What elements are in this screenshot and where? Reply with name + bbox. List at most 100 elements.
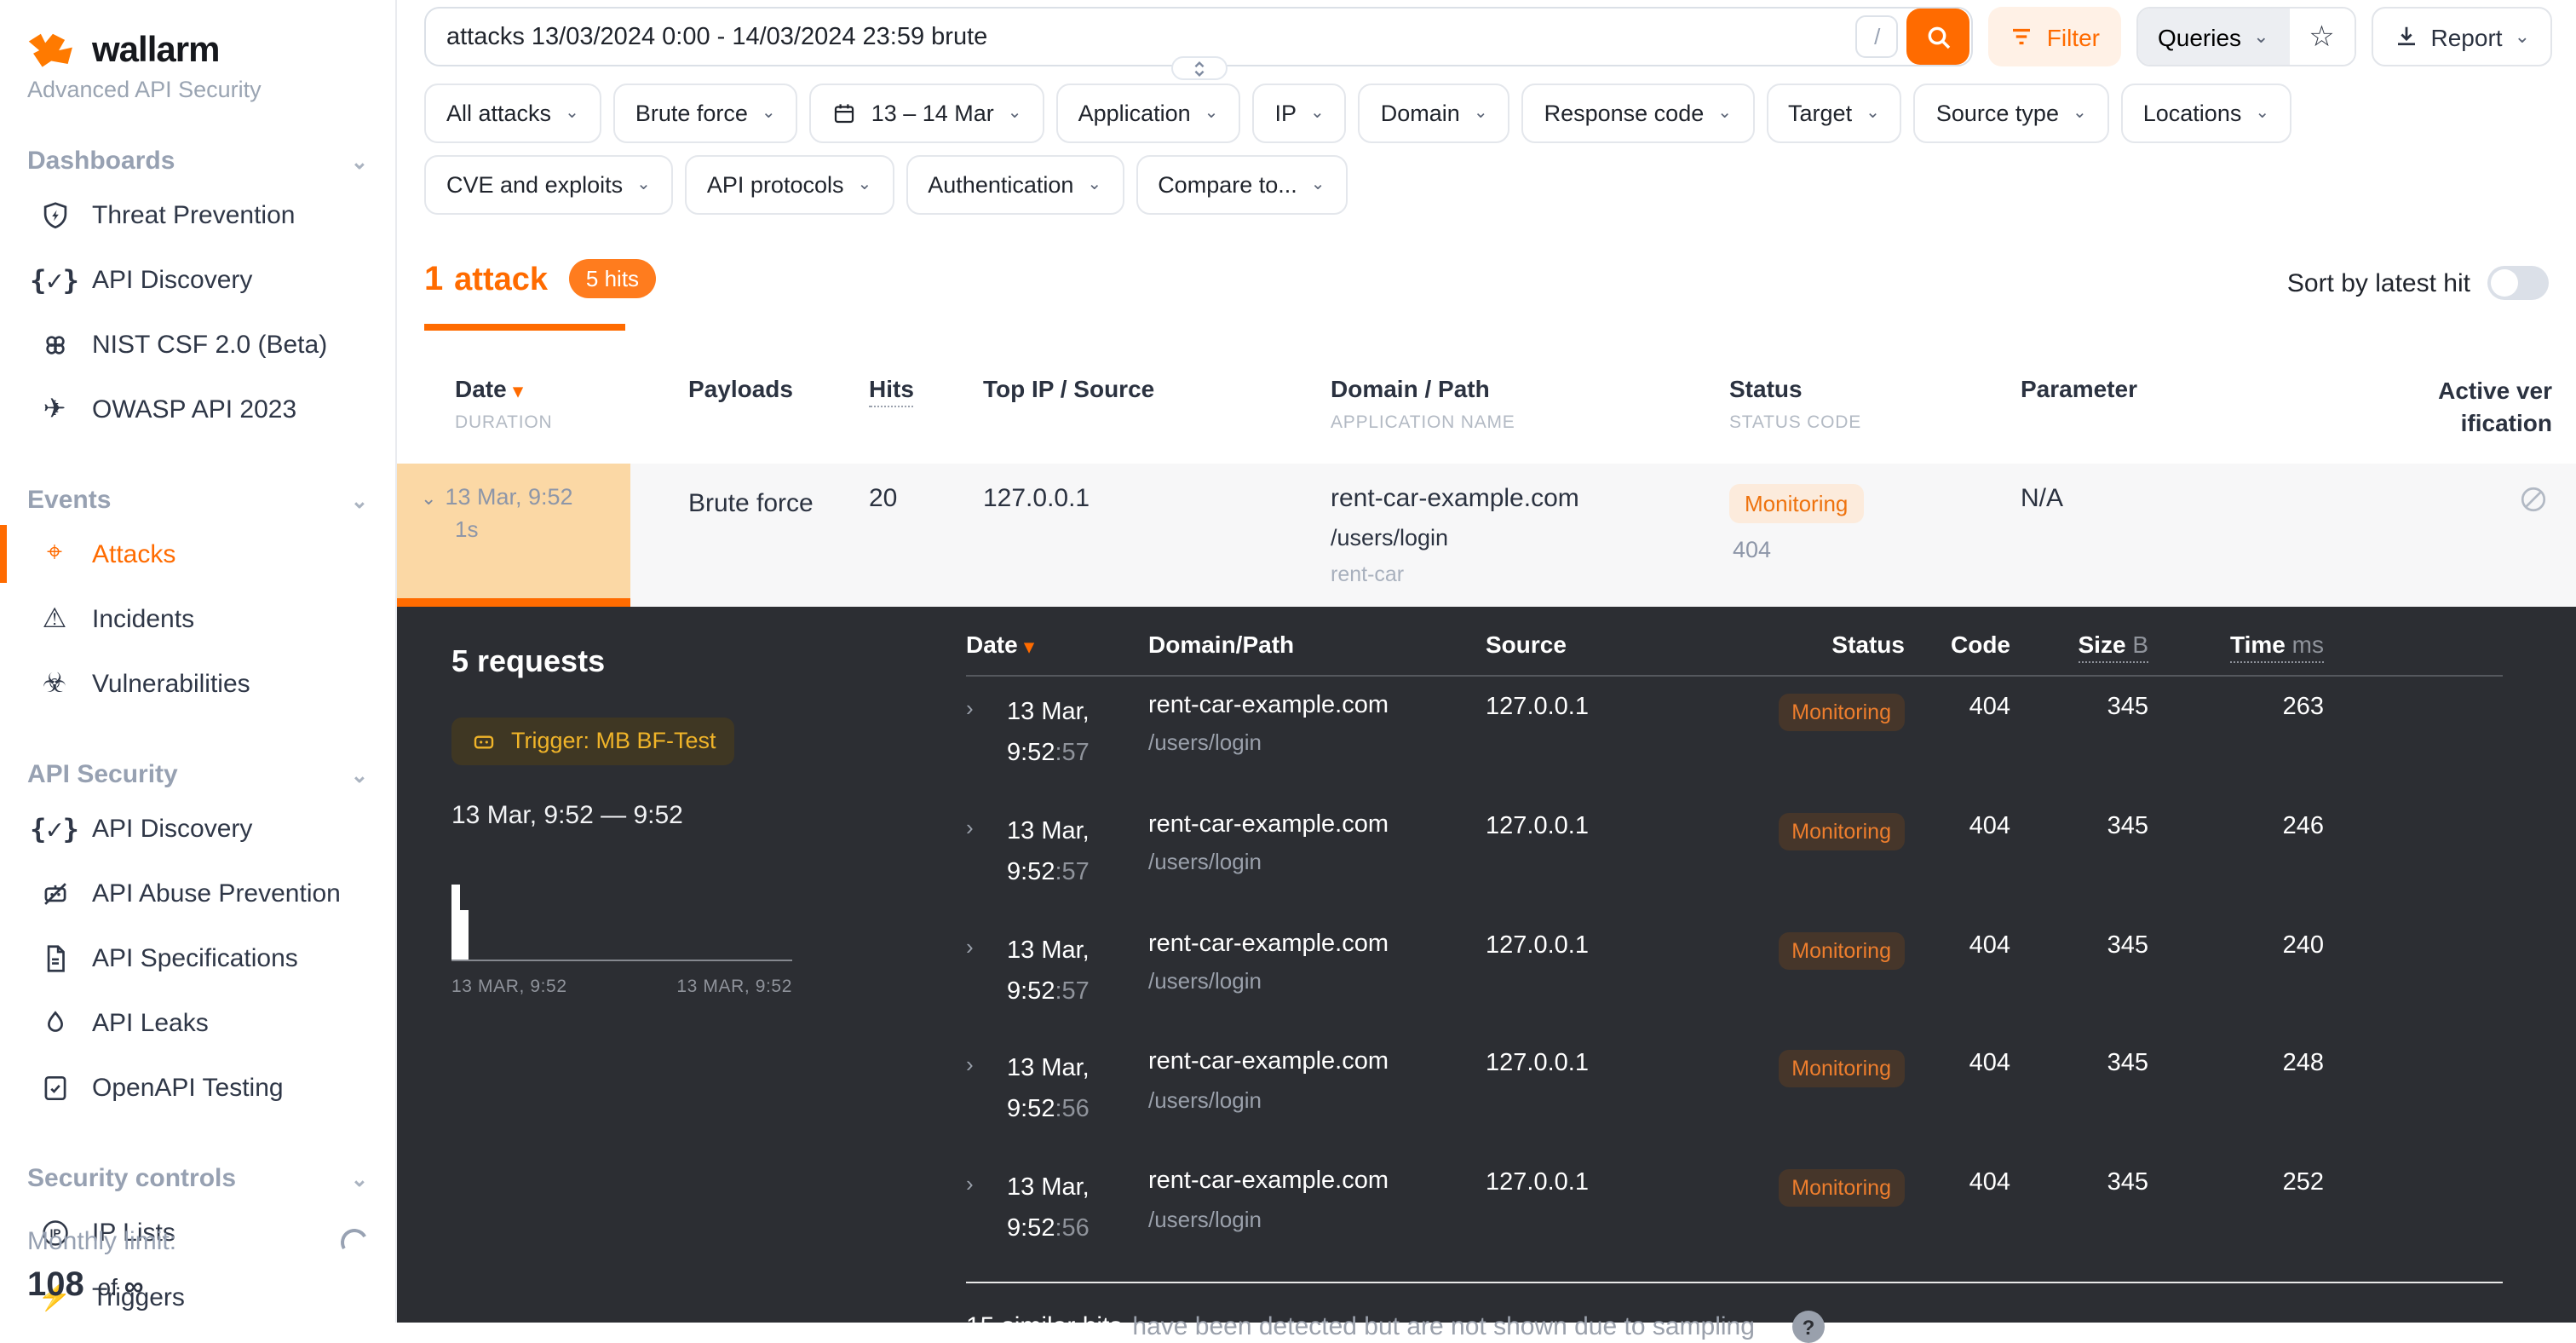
sidebar: wallarm Advanced API Security Dashboards… [0, 0, 397, 1323]
filter-chip-label: Domain [1381, 101, 1460, 126]
attack-row[interactable]: ⌄13 Mar, 9:52 1s Brute force 20 127.0.0.… [397, 464, 2576, 607]
sidebar-item-nist-csf-2-0-beta-[interactable]: NIST CSF 2.0 (Beta) [0, 312, 368, 377]
filter-chip-all-attacks[interactable]: All attacks⌄ [424, 84, 601, 143]
col-header-parameter: Parameter [2021, 368, 2395, 440]
search-collapse-toggle[interactable] [1170, 56, 1227, 80]
toggle-knob [2491, 269, 2518, 297]
filter-chip-brute-force[interactable]: Brute force⌄ [613, 84, 798, 143]
filter-chip-authentication[interactable]: Authentication⌄ [906, 155, 1124, 215]
attack-domain-cell: rent-car-example.com /users/login rent-c… [1331, 464, 1729, 607]
limit-used: 108 [27, 1266, 84, 1304]
sidebar-item-owasp-api-2023[interactable]: ✈OWASP API 2023 [0, 377, 368, 441]
chevron-down-icon: ⌄ [1474, 104, 1488, 123]
request-source: 127.0.0.1 [1486, 931, 1741, 959]
sidebar-item-attacks[interactable]: ⌖Attacks [0, 522, 368, 586]
sidebar-item-incidents[interactable]: ⚠Incidents [0, 586, 368, 651]
request-domain-cell: rent-car-example.com/users/login [1148, 694, 1486, 754]
sidebar-section-label: Events [27, 486, 111, 515]
filter-chip-response-code[interactable]: Response code⌄ [1522, 84, 1754, 143]
req-col-size[interactable]: Size B [2010, 631, 2148, 658]
filter-chip-compare-to-[interactable]: Compare to...⌄ [1136, 155, 1347, 215]
search-button[interactable] [1907, 9, 1970, 65]
requests-table-header: Date ▾ Domain/Path Source Status Code Si… [966, 631, 2503, 677]
sidebar-item-api-discovery[interactable]: {✓} API Discovery [0, 247, 368, 312]
favorite-star-button[interactable]: ☆ [2290, 9, 2355, 65]
filter-chip-cve-and-exploits[interactable]: CVE and exploits⌄ [424, 155, 673, 215]
sidebar-section-label: API Security [27, 760, 178, 789]
request-path: /users/login [1148, 850, 1486, 873]
sidebar-section-header[interactable]: Dashboards⌄ [27, 140, 368, 182]
col-header-status: Status STATUS CODE [1729, 368, 2021, 440]
filter-chip-application[interactable]: Application⌄ [1056, 84, 1241, 143]
attack-count-tab[interactable]: 1 attack 5 hits [424, 261, 656, 331]
sidebar-item-label: Attacks [92, 539, 175, 568]
filter-chip-domain[interactable]: Domain ⌄ [1359, 84, 1510, 143]
sort-toggle[interactable] [2487, 266, 2549, 300]
col-header-hits[interactable]: Hits [869, 368, 983, 440]
sidebar-section-header[interactable]: Events⌄ [27, 479, 368, 522]
request-path: /users/login [1148, 1208, 1486, 1231]
request-size: 345 [2010, 931, 2148, 959]
request-code: 404 [1905, 812, 2010, 839]
report-button[interactable]: Report ⌄ [2372, 7, 2553, 66]
sidebar-item-label: API Discovery [92, 265, 252, 294]
filter-chip-13-14-mar[interactable]: 13 – 14 Mar⌄ [810, 84, 1044, 143]
request-row[interactable]: ›13 Mar,9:52:56rent-car-example.com/user… [966, 1153, 2503, 1272]
request-domain: rent-car-example.com [1148, 1051, 1486, 1075]
sidebar-section-label: Dashboards [27, 147, 175, 176]
topbar: / Filter Queries ⌄ ☆ [397, 0, 2576, 66]
status-badge: Monitoring [1778, 694, 1905, 731]
request-date: 13 Mar,9:52:56 [1007, 1170, 1148, 1252]
sidebar-section-header[interactable]: API Security ⌄ [27, 753, 368, 796]
request-row[interactable]: ›13 Mar,9:52:57rent-car-example.com/user… [966, 795, 2503, 914]
paper-plane-icon: ✈ [37, 392, 72, 426]
sidebar-item-vulnerabilities[interactable]: ☣Vulnerabilities [0, 651, 368, 716]
filter-chip-api-protocols[interactable]: API protocols⌄ [685, 155, 894, 215]
sidebar-section-api-security: API Security⌄{✓}API DiscoveryAPI Abuse P… [27, 753, 368, 1120]
robot-icon [470, 728, 497, 755]
braces-check-icon: {✓} [37, 262, 72, 297]
req-col-time[interactable]: Time ms [2148, 631, 2324, 658]
sidebar-item-api-discovery[interactable]: {✓}API Discovery [0, 796, 368, 861]
sidebar-item-label: API Leaks [92, 1008, 209, 1037]
chevron-down-icon: ⌄ [351, 763, 368, 787]
filter-button[interactable]: Filter [1989, 7, 2120, 66]
chart-axis-label-right: 13 MAR, 9:52 [676, 977, 792, 997]
filter-chip-target[interactable]: Target⌄ [1766, 84, 1902, 143]
chevron-down-icon: ⌄ [1087, 176, 1101, 194]
warning-triangle-icon: ⚠ [37, 602, 72, 636]
request-date: 13 Mar,9:52:57 [1007, 812, 1148, 894]
attack-active-verification[interactable] [2395, 464, 2576, 607]
col-header-date[interactable]: Date ▾ DURATION [397, 368, 630, 440]
attack-status-code: 404 [1729, 537, 2021, 562]
sidebar-section-header[interactable]: Security controls⌄ [27, 1157, 368, 1200]
trigger-badge-label: Trigger: MB BF-Test [511, 729, 716, 754]
queries-group: Queries ⌄ ☆ [2136, 7, 2356, 66]
chevron-right-icon: › [966, 1170, 1007, 1197]
sidebar-item-openapi-testing[interactable]: OpenAPI Testing [0, 1055, 368, 1120]
attack-date: 13 Mar, 9:52 [445, 484, 572, 510]
request-row[interactable]: ›13 Mar,9:52:57rent-car-example.com/user… [966, 914, 2503, 1034]
filter-chip-source-type[interactable]: Source type⌄ [1914, 84, 2109, 143]
filter-chip-ip[interactable]: IP⌄ [1252, 84, 1346, 143]
sidebar-item-api-abuse-prevention[interactable]: API Abuse Prevention [0, 861, 368, 925]
filter-chip-locations[interactable]: Locations⌄ [2121, 84, 2291, 143]
attack-top-ip: 127.0.0.1 [983, 464, 1331, 607]
sidebar-item-threat-prevention[interactable]: Threat Prevention [0, 182, 368, 247]
chevron-down-icon: ⌄ [351, 1167, 368, 1190]
sidebar-item-api-leaks[interactable]: API Leaks [0, 990, 368, 1055]
queries-button[interactable]: Queries ⌄ [2137, 9, 2290, 65]
limit-total: ∞ [124, 1273, 144, 1302]
queries-label: Queries [2158, 23, 2241, 50]
help-icon[interactable]: ? [1792, 1311, 1825, 1343]
sidebar-item-api-specifications[interactable]: API Specifications [0, 925, 368, 990]
request-code: 404 [1905, 1051, 2010, 1078]
request-row[interactable]: ›13 Mar,9:52:57rent-car-example.com/user… [966, 677, 2503, 796]
trigger-badge[interactable]: Trigger: MB BF-Test [451, 718, 735, 765]
sidebar-item-label: NIST CSF 2.0 (Beta) [92, 330, 327, 359]
attack-count-label: attack [454, 262, 548, 298]
request-row[interactable]: ›13 Mar,9:52:56rent-car-example.com/user… [966, 1034, 2503, 1153]
attack-date-cell[interactable]: ⌄13 Mar, 9:52 1s [397, 464, 630, 607]
monthly-limit: Monthly limit: 108 of ∞ [27, 1227, 368, 1306]
req-col-date[interactable]: Date ▾ [966, 631, 1148, 658]
